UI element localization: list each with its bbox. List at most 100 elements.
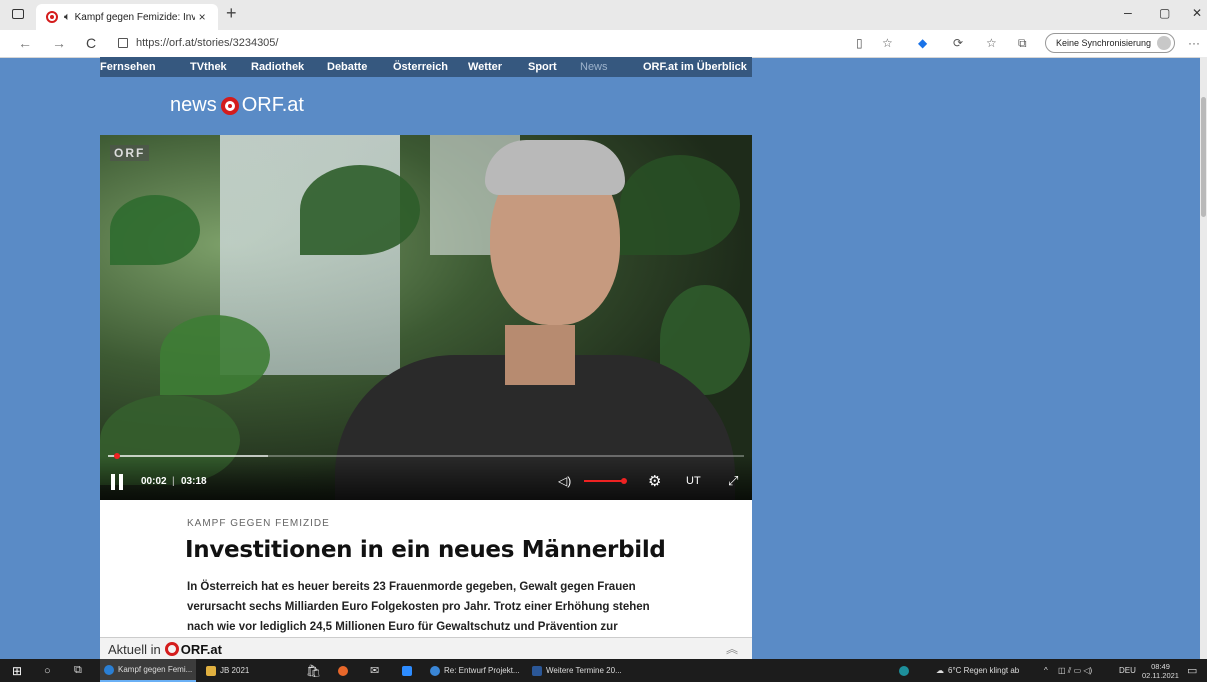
current-time: 00:02 — [141, 476, 167, 487]
chevron-up-icon[interactable]: ︽ — [726, 640, 738, 657]
minimize-button[interactable]: – — [1124, 4, 1132, 20]
nav-news[interactable]: News — [580, 61, 608, 73]
store-icon[interactable]: 🛍︎ — [306, 659, 321, 682]
sync-label: Keine Synchronisierung — [1056, 38, 1152, 48]
reload-button[interactable]: C — [86, 35, 96, 51]
mail-icon[interactable]: ✉ — [370, 659, 379, 682]
interviewee-neck — [505, 325, 575, 385]
news-orf-logo[interactable]: news ORF.at — [170, 94, 304, 117]
nav-fernsehen[interactable]: Fernsehen — [100, 61, 156, 73]
aktuell-bar[interactable]: Aktuell in ORF.at ︽ — [100, 637, 752, 660]
aktuell-brand: ORF.at — [180, 641, 222, 657]
taskbar-label: Weitere Termine 20... — [546, 666, 622, 675]
plant-leaf — [620, 155, 740, 255]
progress-handle[interactable] — [114, 453, 120, 459]
speaker-icon[interactable]: 🔈︎ — [64, 11, 71, 24]
duration: 03:18 — [181, 476, 207, 487]
reader-view-icon[interactable]: ▯ — [856, 36, 863, 50]
zoom-icon[interactable] — [402, 659, 416, 682]
plant-leaf — [160, 315, 270, 395]
mail-client-icon — [430, 665, 440, 676]
favorites-list-icon[interactable]: ☆ — [986, 36, 997, 50]
weather-text: 6°C Regen klingt ab — [948, 666, 1020, 675]
tab-actions-icon[interactable] — [12, 9, 24, 19]
close-tab-icon[interactable]: × — [199, 10, 206, 24]
task-view-icon[interactable]: ⧉ — [74, 659, 82, 682]
notifications-icon[interactable]: ▭ — [1187, 659, 1197, 682]
maximize-button[interactable]: ▢ — [1159, 6, 1170, 20]
chevron-up-icon[interactable]: ^ — [1044, 659, 1048, 682]
volume-slider[interactable] — [584, 478, 627, 484]
collections-icon[interactable]: ⧉ — [1018, 36, 1027, 51]
folder-icon — [206, 665, 216, 676]
weather-widget[interactable]: ☁ 6°C Regen klingt ab — [936, 659, 1019, 682]
lock-icon[interactable] — [118, 38, 128, 48]
input-language[interactable]: DEU — [1119, 659, 1136, 682]
logo-orf-text: ORF.at — [241, 94, 304, 116]
more-menu-icon[interactable]: ··· — [1188, 36, 1200, 50]
article-headline: Investitionen in ein neues Männerbild — [185, 537, 666, 563]
orf-watermark: ORF — [110, 145, 150, 161]
back-button[interactable]: ← — [18, 35, 32, 51]
taskbar-label: Kampf gegen Femi... — [118, 665, 193, 674]
profile-avatar — [1157, 36, 1171, 50]
firefox-icon[interactable] — [338, 659, 352, 682]
taskbar-item-thunderbird[interactable]: Re: Entwurf Projekt... — [430, 659, 520, 682]
clock-time: 08:49 — [1151, 661, 1170, 671]
new-tab-button[interactable]: + — [226, 3, 237, 24]
sync-profile-button[interactable]: Keine Synchronisierung — [1045, 33, 1175, 53]
word-icon — [532, 665, 542, 676]
nav-sport[interactable]: Sport — [528, 61, 557, 73]
subtitles-button[interactable]: UT — [686, 475, 701, 487]
logo-news-text: news — [170, 94, 217, 116]
browser-tab-active[interactable]: 🔈︎ Kampf gegen Femizide: Inve × — [36, 4, 218, 30]
taskbar-item-folder[interactable]: JB 2021 — [206, 659, 249, 682]
tray-icons[interactable]: ◫ ⫽ ▭ ◁) — [1058, 659, 1092, 682]
page-scrollbar[interactable] — [1200, 57, 1207, 659]
buffered-range — [108, 455, 268, 457]
cloud-rain-icon: ☁ — [936, 666, 944, 675]
url-text: https://orf.at/stories/3234305/ — [136, 37, 279, 49]
orf-ring-icon — [220, 96, 239, 115]
video-progress-bar[interactable] — [108, 453, 744, 459]
address-bar-row: ← → C https://orf.at/stories/3234305/ ▯ … — [0, 30, 1207, 58]
nav-debatte[interactable]: Debatte — [327, 61, 367, 73]
shield-extension-icon[interactable]: ◆ — [918, 36, 927, 50]
favorite-star-icon[interactable]: ☆ — [882, 36, 893, 50]
orf-ring-icon — [164, 642, 179, 656]
edge-icon — [104, 664, 114, 675]
clock-date: 02.11.2021 — [1142, 670, 1179, 680]
windows-start-icon[interactable]: ⊞ — [12, 659, 22, 682]
extensions-icon[interactable]: ⟳ — [953, 36, 963, 50]
nav-oesterreich[interactable]: Österreich — [393, 61, 448, 73]
video-player[interactable]: ORF 00:02 | 03:18 ◁) ⚙ UT ⤢ — [100, 135, 752, 500]
plant-leaf — [110, 195, 200, 265]
gear-icon[interactable]: ⚙ — [648, 472, 661, 490]
fullscreen-icon[interactable]: ⤢ — [728, 473, 738, 489]
scrollbar-thumb[interactable] — [1201, 97, 1206, 217]
url-field[interactable]: https://orf.at/stories/3234305/ — [118, 34, 278, 52]
nav-wetter[interactable]: Wetter — [468, 61, 502, 73]
nav-overview[interactable]: ORF.at im Überblick — [643, 61, 747, 73]
pause-icon[interactable] — [110, 474, 124, 490]
nav-tvthek[interactable]: TVthek — [190, 61, 227, 73]
aktuell-prefix: Aktuell in — [108, 641, 161, 657]
volume-icon[interactable]: ◁) — [558, 474, 571, 488]
search-icon[interactable]: ○ — [44, 659, 51, 682]
article-kicker: KAMPF GEGEN FEMIZIDE — [187, 518, 330, 529]
time-separator: | — [172, 476, 175, 487]
forward-button[interactable]: → — [52, 35, 66, 51]
clock[interactable]: 08:49 02.11.2021 — [1142, 659, 1179, 682]
orf-site-nav: Fernsehen TVthek Radiothek Debatte Öster… — [100, 57, 752, 77]
article-card: KAMPF GEGEN FEMIZIDE Investitionen in ei… — [100, 500, 752, 653]
orf-favicon-icon — [46, 11, 58, 23]
windows-taskbar: ⊞ ○ ⧉ Kampf gegen Femi... JB 2021 🛍︎ ✉ R… — [0, 659, 1207, 682]
nav-radiothek[interactable]: Radiothek — [251, 61, 304, 73]
taskbar-item-word[interactable]: Weitere Termine 20... — [532, 659, 622, 682]
tab-title: Kampf gegen Femizide: Inve — [74, 11, 195, 23]
close-window-button[interactable]: ✕ — [1192, 6, 1202, 20]
taskbar-item-edge[interactable]: Kampf gegen Femi... — [100, 659, 196, 682]
taskbar-label: Re: Entwurf Projekt... — [444, 666, 520, 675]
help-icon[interactable] — [899, 659, 913, 682]
taskbar-label: JB 2021 — [220, 666, 250, 675]
